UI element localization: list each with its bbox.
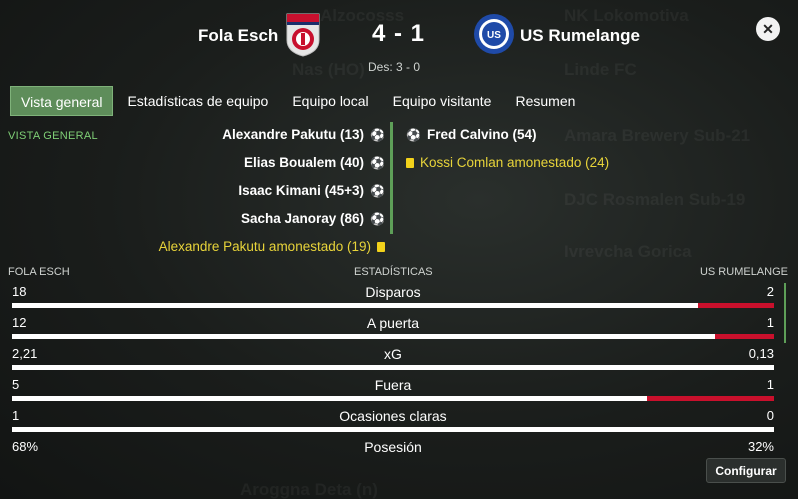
close-icon: ✕ bbox=[762, 20, 774, 37]
home-event: Sacha Janoray (86) ⚽ bbox=[241, 211, 385, 226]
event-text[interactable]: Fred Calvino (54) bbox=[427, 127, 537, 142]
stat-row: 5 Fuera 1 bbox=[10, 377, 776, 405]
stat-away-value: 2 bbox=[766, 284, 774, 299]
tab-resumen[interactable]: Resumen bbox=[505, 86, 585, 116]
away-event: ⚽ Fred Calvino (54) bbox=[406, 127, 536, 142]
event-text[interactable]: Alexandre Pakutu (13) bbox=[222, 127, 364, 142]
stat-bar-home bbox=[12, 303, 698, 308]
stat-away-value: 32% bbox=[747, 439, 774, 454]
stat-away-value: 0,13 bbox=[748, 346, 774, 361]
tab-estadisticas-equipo[interactable]: Estadísticas de equipo bbox=[117, 86, 278, 116]
yellow-card-icon bbox=[377, 241, 385, 252]
away-event: Kossi Comlan amonestado (24) bbox=[406, 155, 609, 170]
stat-bar-home bbox=[12, 427, 774, 432]
tab-equipo-local[interactable]: Equipo local bbox=[282, 86, 378, 116]
stat-bar-home bbox=[12, 396, 647, 401]
stat-away-value: 0 bbox=[766, 408, 774, 423]
stat-row: 12 A puerta 1 bbox=[10, 315, 776, 343]
match-score: 4 - 1 bbox=[372, 20, 426, 47]
stat-bar bbox=[12, 334, 774, 339]
yellow-card-icon bbox=[406, 157, 414, 168]
scroll-indicator[interactable] bbox=[784, 283, 786, 343]
stat-away-value: 1 bbox=[766, 377, 774, 392]
stat-bar-home bbox=[12, 334, 716, 339]
ball-icon: ⚽ bbox=[370, 211, 385, 226]
home-event: Alexandre Pakutu (13) ⚽ bbox=[222, 127, 385, 142]
home-team-name[interactable]: Fola Esch bbox=[198, 26, 278, 46]
stat-bar-home bbox=[12, 365, 774, 370]
stat-name: xG bbox=[384, 346, 402, 362]
events-divider bbox=[390, 122, 393, 234]
tab-bar: Vista general Estadísticas de equipo Equ… bbox=[10, 86, 585, 116]
stat-row: 2,21 xG 0,13 bbox=[10, 346, 776, 374]
stat-bar bbox=[12, 365, 774, 370]
configurar-button[interactable]: Configurar bbox=[706, 458, 786, 483]
tab-vista-general[interactable]: Vista general bbox=[10, 86, 114, 116]
stat-row: 18 Disparos 2 bbox=[10, 284, 776, 312]
ball-icon: ⚽ bbox=[406, 127, 421, 142]
svg-text:US: US bbox=[487, 30, 501, 41]
stat-bar bbox=[12, 303, 774, 308]
stats-home-label: FOLA ESCH bbox=[8, 266, 70, 278]
stats-title: ESTADÍSTICAS bbox=[354, 266, 433, 278]
stat-row: 68% Posesión 32% bbox=[10, 439, 776, 467]
home-event: Alexandre Pakutu amonestado (19) bbox=[159, 239, 385, 254]
section-label: VISTA GENERAL bbox=[8, 130, 98, 142]
home-event: Isaac Kimani (45+3) ⚽ bbox=[238, 183, 385, 198]
event-text[interactable]: Alexandre Pakutu amonestado (19) bbox=[159, 239, 371, 254]
stat-bar bbox=[12, 427, 774, 432]
away-team-name[interactable]: US Rumelange bbox=[520, 26, 640, 46]
home-team-crest bbox=[286, 13, 320, 57]
stat-name: Fuera bbox=[374, 377, 412, 393]
ball-icon: ⚽ bbox=[370, 127, 385, 142]
stats-away-label: US RUMELANGE bbox=[699, 266, 788, 278]
ball-icon: ⚽ bbox=[370, 183, 385, 198]
stat-name: Ocasiones claras bbox=[339, 408, 447, 424]
stat-name: Disparos bbox=[365, 284, 421, 300]
stat-away-value: 1 bbox=[766, 315, 774, 330]
event-text[interactable]: Isaac Kimani (45+3) bbox=[238, 183, 364, 198]
stat-row: 1 Ocasiones claras 0 bbox=[10, 408, 776, 436]
halftime-score: Des: 3 - 0 bbox=[368, 60, 421, 74]
event-text[interactable]: Sacha Janoray (86) bbox=[241, 211, 364, 226]
stat-bar bbox=[12, 396, 774, 401]
stat-name: Posesión bbox=[364, 439, 422, 455]
close-button[interactable]: ✕ bbox=[756, 17, 780, 41]
away-team-crest: US bbox=[474, 14, 514, 54]
event-text[interactable]: Kossi Comlan amonestado (24) bbox=[420, 155, 609, 170]
tab-equipo-visitante[interactable]: Equipo visitante bbox=[383, 86, 502, 116]
ball-icon: ⚽ bbox=[370, 155, 385, 170]
stat-name: A puerta bbox=[366, 315, 420, 331]
home-event: Elias Boualem (40) ⚽ bbox=[244, 155, 385, 170]
event-text[interactable]: Elias Boualem (40) bbox=[244, 155, 364, 170]
